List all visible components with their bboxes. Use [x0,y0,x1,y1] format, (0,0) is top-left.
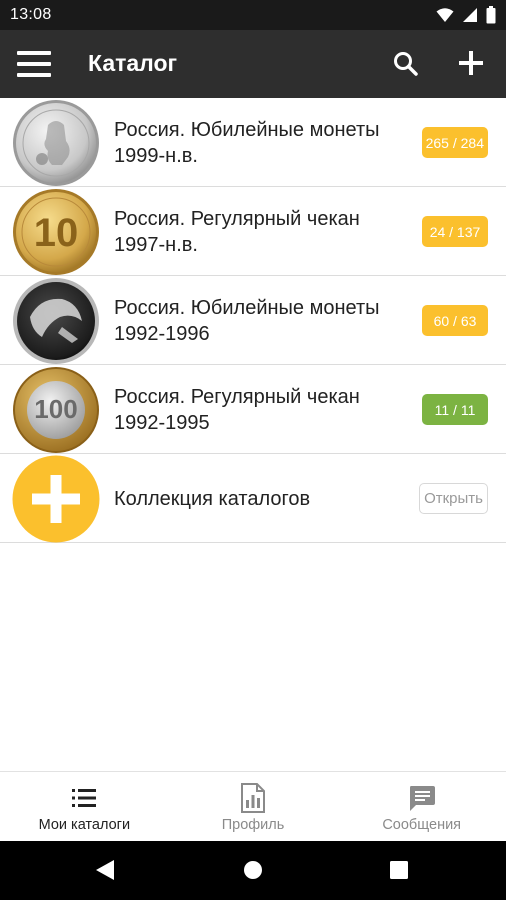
battery-icon [486,6,496,24]
status-time: 13:08 [10,6,52,23]
tab-label: Мои каталоги [38,817,131,833]
progress-badge: 11 / 11 [422,394,488,425]
catalog-title: Россия. Юбилейные монеты 1992-1996 [114,296,380,345]
catalog-row[interactable]: 10 Россия. Регулярный чекан 1997-н.в. 24… [0,187,506,276]
page-title: Каталог [88,50,178,76]
progress-badge: 265 / 284 [421,127,488,158]
catalog-row[interactable]: 100 Россия. Регулярный чекан 1992-1995 1… [0,365,506,454]
recents-icon[interactable] [389,859,409,881]
catalog-title: Россия. Регулярный чекан 1997-н.в. [114,207,360,256]
tab-my-catalogs[interactable]: Мои каталоги [0,772,169,841]
tab-messages[interactable]: Сообщения [337,772,506,841]
back-icon[interactable] [94,859,116,881]
progress-badge: 24 / 137 [422,216,488,247]
progress-badge: 60 / 63 [422,305,488,336]
tab-profile[interactable]: Профиль [169,772,338,841]
black-commemorative-coin-icon [13,278,99,364]
tab-label: Сообщения [382,817,462,833]
silver-coin-icon [13,100,99,186]
catalog-row[interactable]: Россия. Юбилейные монеты 1999-н.в. 265 /… [0,98,506,187]
wifi-icon [436,8,454,22]
report-icon [241,783,265,813]
system-navigation-bar [0,841,506,900]
signal-icon [463,8,477,22]
catalog-collection-row[interactable]: Коллекция каталогов Открыть [0,454,506,543]
app-bar: Каталог [0,30,506,98]
catalog-row[interactable]: Россия. Юбилейные монеты 1992-1996 60 / … [0,276,506,365]
list-icon [72,789,97,807]
svg-text:100: 100 [34,394,77,424]
catalog-list: Россия. Юбилейные монеты 1999-н.в. 265 /… [0,98,506,543]
bottom-navigation: Мои каталоги Профиль Сообщения [0,771,506,841]
menu-icon [17,51,51,55]
catalog-title: Коллекция каталогов [114,487,311,510]
status-bar: 13:08 [0,0,506,30]
bimetal-100-coin-icon: 100 [13,367,99,453]
tab-label: Профиль [221,817,285,833]
menu-button[interactable] [14,46,54,82]
open-button[interactable]: Открыть [419,483,488,514]
svg-text:10: 10 [34,211,79,255]
add-icon [459,51,483,75]
search-icon [394,52,418,76]
message-icon [409,786,435,811]
add-catalog-button[interactable] [455,47,487,79]
catalog-title: Россия. Юбилейные монеты 1999-н.в. [114,118,380,167]
catalog-title: Россия. Регулярный чекан 1992-1995 [114,385,360,434]
search-button[interactable] [390,48,422,80]
add-collection-icon [12,455,100,543]
gold-10-coin-icon: 10 [13,189,99,275]
home-icon[interactable] [243,859,263,881]
status-icons [436,6,496,24]
